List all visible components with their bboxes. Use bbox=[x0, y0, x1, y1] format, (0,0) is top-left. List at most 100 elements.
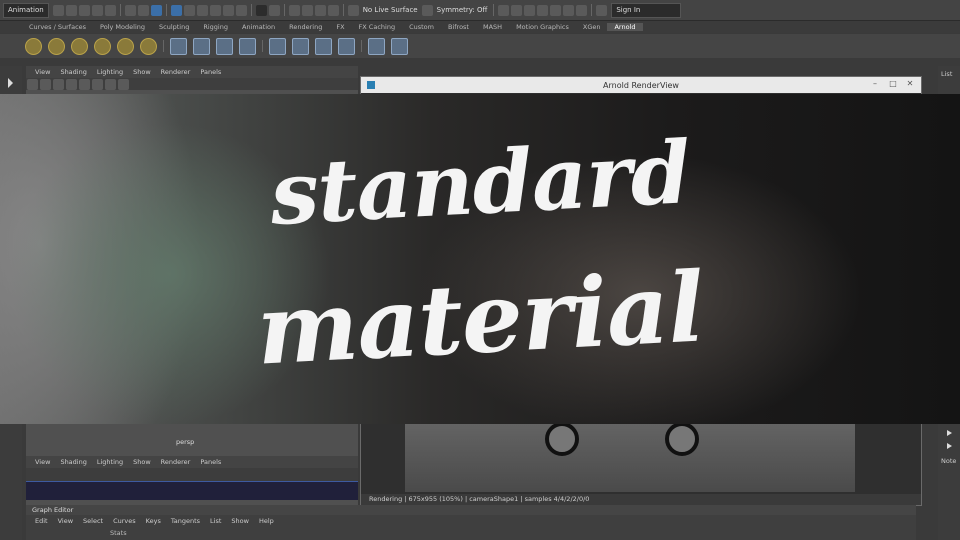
shelf-tab[interactable]: Sculpting bbox=[152, 23, 196, 31]
panel-layout-icon[interactable] bbox=[576, 4, 588, 16]
shelf-tab-arnold[interactable]: Arnold bbox=[607, 23, 643, 31]
shelf-tab[interactable]: Motion Graphics bbox=[509, 23, 576, 31]
viewport-menu-item[interactable]: Renderer bbox=[161, 458, 191, 466]
history-icon[interactable] bbox=[268, 4, 280, 16]
new-scene-icon[interactable] bbox=[52, 4, 64, 16]
render-frame-icon[interactable] bbox=[288, 4, 300, 16]
magnet-icon[interactable] bbox=[235, 4, 247, 16]
wireframe-icon[interactable] bbox=[66, 78, 77, 90]
renderview-icon[interactable] bbox=[368, 37, 385, 55]
standin-icon[interactable] bbox=[170, 37, 187, 55]
graph-menu-item[interactable]: Keys bbox=[146, 517, 161, 525]
snap-surface-icon[interactable] bbox=[222, 4, 234, 16]
panel-layout-icon[interactable] bbox=[550, 4, 562, 16]
graph-menu-item[interactable]: Edit bbox=[35, 517, 48, 525]
shadows-icon[interactable] bbox=[118, 78, 129, 90]
camera-icon[interactable] bbox=[27, 78, 38, 90]
texture-icon[interactable] bbox=[292, 37, 309, 55]
list-label[interactable]: List bbox=[938, 66, 960, 78]
texture-icon[interactable] bbox=[315, 37, 332, 55]
shelf-tab[interactable]: XGen bbox=[576, 23, 608, 31]
light-icon[interactable] bbox=[140, 37, 157, 55]
select-component-icon[interactable] bbox=[150, 4, 162, 16]
shelf-tab[interactable]: FX Caching bbox=[352, 23, 403, 31]
lights-icon[interactable] bbox=[105, 78, 116, 90]
undo-icon[interactable] bbox=[91, 4, 103, 16]
hypershade-icon[interactable] bbox=[327, 4, 339, 16]
select-object-icon[interactable] bbox=[137, 4, 149, 16]
viewport-menu-item[interactable]: Lighting bbox=[97, 458, 123, 466]
viewport-menu-item[interactable]: Panels bbox=[200, 458, 221, 466]
play-render-icon[interactable] bbox=[391, 37, 408, 55]
notes-label[interactable]: Note bbox=[938, 449, 960, 465]
maximize-icon[interactable]: □ bbox=[887, 79, 899, 90]
panel-layout-icon[interactable] bbox=[498, 4, 510, 16]
panel-layout-icon[interactable] bbox=[537, 4, 549, 16]
sign-in-button[interactable]: Sign In bbox=[611, 2, 682, 18]
viewport-menu-item[interactable]: Panels bbox=[200, 68, 221, 76]
textured-icon[interactable] bbox=[92, 78, 103, 90]
snap-grid-icon[interactable] bbox=[170, 4, 182, 16]
shaded-icon[interactable] bbox=[79, 78, 90, 90]
save-scene-icon[interactable] bbox=[78, 4, 90, 16]
volume-icon[interactable] bbox=[193, 37, 210, 55]
graph-menu-item[interactable]: Show bbox=[231, 517, 249, 525]
lock-icon[interactable] bbox=[255, 4, 267, 16]
graph-menu-item[interactable]: View bbox=[58, 517, 73, 525]
shader-icon[interactable] bbox=[239, 37, 256, 55]
light-icon[interactable] bbox=[25, 37, 42, 55]
viewport-menu-item[interactable]: Shading bbox=[60, 458, 86, 466]
mode-dropdown[interactable]: Animation bbox=[3, 2, 49, 18]
shelf-tab[interactable]: Rigging bbox=[196, 23, 235, 31]
graph-menu-item[interactable]: Select bbox=[83, 517, 103, 525]
viewport-menu-item[interactable]: Show bbox=[133, 458, 151, 466]
expand-arrow-icon[interactable] bbox=[947, 430, 952, 436]
graph-timeline[interactable] bbox=[26, 481, 358, 500]
shelf-tab[interactable]: Animation bbox=[235, 23, 282, 31]
viewport-secondary[interactable]: View Shading Lighting Show Renderer Pane… bbox=[26, 456, 358, 500]
viewport-menu-item[interactable]: Renderer bbox=[161, 68, 191, 76]
shelf-tab[interactable]: Rendering bbox=[282, 23, 329, 31]
redo-icon[interactable] bbox=[104, 4, 116, 16]
shelf-tab[interactable]: Poly Modeling bbox=[93, 23, 152, 31]
light-icon[interactable] bbox=[94, 37, 111, 55]
shelf-tab[interactable]: FX bbox=[329, 23, 351, 31]
panel-layout-icon[interactable] bbox=[524, 4, 536, 16]
live-surface-label[interactable]: No Live Surface bbox=[363, 6, 418, 14]
shelf-tab[interactable]: MASH bbox=[476, 23, 509, 31]
select-tool-icon[interactable] bbox=[8, 78, 13, 88]
graph-menu-item[interactable]: Tangents bbox=[171, 517, 200, 525]
shelf-tab[interactable]: Bifrost bbox=[441, 23, 476, 31]
viewport-menu-item[interactable]: View bbox=[35, 68, 50, 76]
select-hierarchy-icon[interactable] bbox=[124, 4, 136, 16]
grid-icon[interactable] bbox=[53, 78, 64, 90]
graph-menu-item[interactable]: Curves bbox=[113, 517, 136, 525]
snap-plane-icon[interactable] bbox=[209, 4, 221, 16]
graph-menu-item[interactable]: List bbox=[210, 517, 221, 525]
viewport-menu-item[interactable]: Lighting bbox=[97, 68, 123, 76]
graph-menu-item[interactable]: Help bbox=[259, 517, 274, 525]
light-icon[interactable] bbox=[48, 37, 65, 55]
curve-collector-icon[interactable] bbox=[216, 37, 233, 55]
snap-point-icon[interactable] bbox=[196, 4, 208, 16]
close-icon[interactable]: ✕ bbox=[904, 79, 916, 90]
texture-icon[interactable] bbox=[338, 37, 355, 55]
ipr-icon[interactable] bbox=[301, 4, 313, 16]
texture-icon[interactable] bbox=[269, 37, 286, 55]
shelf-tab[interactable]: Curves / Surfaces bbox=[22, 23, 93, 31]
panel-layout-icon[interactable] bbox=[511, 4, 523, 16]
light-icon[interactable] bbox=[71, 37, 88, 55]
render-settings-icon[interactable] bbox=[314, 4, 326, 16]
panel-layout-icon[interactable] bbox=[563, 4, 575, 16]
open-scene-icon[interactable] bbox=[65, 4, 77, 16]
bookmark-icon[interactable] bbox=[40, 78, 51, 90]
viewport-menu-item[interactable]: View bbox=[35, 458, 50, 466]
viewport-menu-item[interactable]: Show bbox=[133, 68, 151, 76]
shelf-tab[interactable]: Custom bbox=[402, 23, 441, 31]
snap-curve-icon[interactable] bbox=[183, 4, 195, 16]
symmetry-dropdown[interactable]: Symmetry: Off bbox=[437, 6, 488, 14]
renderview-titlebar[interactable]: Arnold RenderView – □ ✕ bbox=[361, 77, 921, 93]
minimize-icon[interactable]: – bbox=[869, 79, 881, 90]
light-icon[interactable] bbox=[117, 37, 134, 55]
viewport-menu-item[interactable]: Shading bbox=[60, 68, 86, 76]
